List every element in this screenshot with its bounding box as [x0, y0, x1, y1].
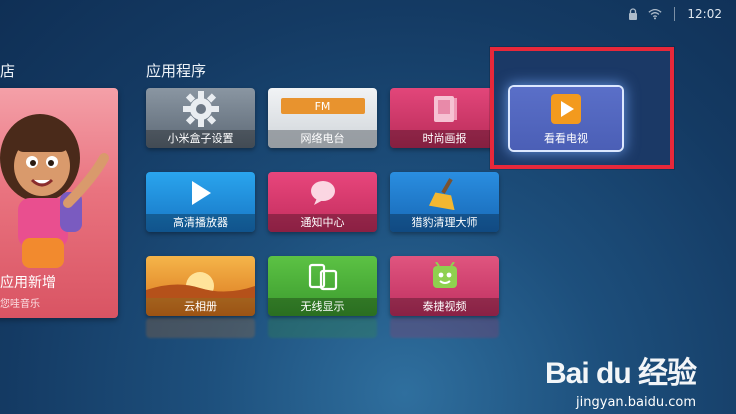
watermark-url: jingyan.baidu.com — [576, 395, 696, 410]
apps-section-title: 应用程序 — [146, 62, 207, 80]
gear-icon — [182, 91, 219, 127]
watermark-logo: Bai du 经验 — [544, 357, 697, 390]
tile-cloud-album[interactable]: 云相册 — [146, 256, 255, 316]
tile-label: 云相册 — [146, 298, 255, 316]
cartoon-girl-illustration — [0, 114, 109, 268]
magazine-icon — [433, 96, 457, 122]
tile-reflection — [390, 318, 499, 338]
chat-bubble-icon — [310, 181, 335, 205]
tile-label: 网络电台 — [268, 130, 377, 148]
fm-badge: FM — [314, 99, 331, 113]
play-icon — [191, 181, 211, 205]
tile-label: 泰捷视频 — [390, 298, 499, 316]
sunset-icon — [146, 272, 255, 298]
featured-store-card[interactable]: 应用新增 您哇音乐 — [0, 88, 118, 318]
tile-notification-center[interactable]: 通知中心 — [268, 172, 377, 232]
tile-label: 时尚画报 — [390, 130, 499, 148]
tile-mibox-settings[interactable]: 小米盒子设置 — [146, 88, 255, 148]
tile-wireless-display[interactable]: 无线显示 — [268, 256, 377, 316]
tile-label: 通知中心 — [268, 214, 377, 232]
clock: 12:02 — [687, 7, 722, 21]
tile-label: 看看电视 — [544, 132, 588, 145]
tile-label: 猎豹清理大师 — [390, 214, 499, 232]
featured-caption: 应用新增 — [0, 275, 56, 291]
status-divider — [674, 7, 676, 21]
tile-label: 小米盒子设置 — [146, 130, 255, 148]
featured-subcaption: 您哇音乐 — [0, 299, 40, 310]
tile-label: 高清播放器 — [146, 214, 255, 232]
tile-kankan-tv[interactable]: 看看电视 — [510, 87, 622, 150]
tile-cheetah-cleaner[interactable]: 猎豹清理大师 — [390, 172, 499, 232]
tile-reflection — [146, 318, 255, 338]
tile-reflection — [268, 318, 377, 338]
lock-icon — [629, 8, 638, 20]
wifi-icon — [648, 8, 662, 20]
android-tv-icon — [432, 262, 457, 288]
tile-fashion-pictorial[interactable]: 时尚画报 — [390, 88, 499, 148]
tile-hd-player[interactable]: 高清播放器 — [146, 172, 255, 232]
store-section-title: 店 — [0, 62, 16, 80]
status-bar: 12:02 — [626, 0, 736, 28]
play-icon — [551, 94, 581, 124]
broom-icon — [428, 178, 455, 210]
tile-label: 无线显示 — [268, 298, 377, 316]
radio-icon: FM — [280, 98, 365, 114]
tile-taijie-video[interactable]: 泰捷视频 — [390, 256, 499, 316]
devices-icon — [308, 263, 337, 291]
tile-web-radio[interactable]: FM 网络电台 — [268, 88, 377, 148]
